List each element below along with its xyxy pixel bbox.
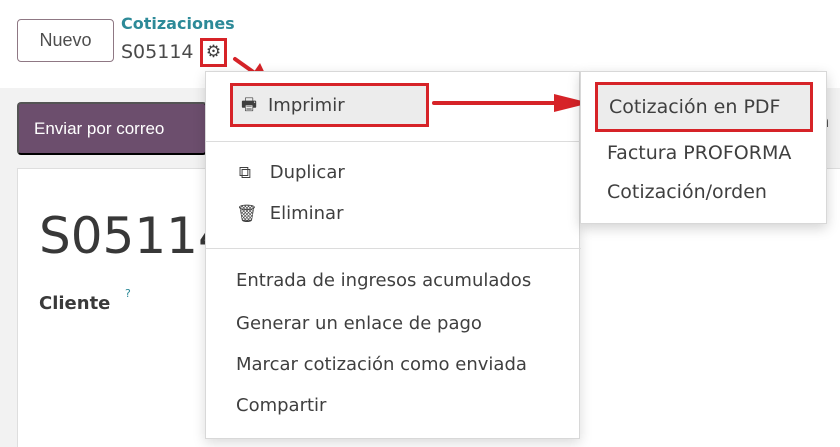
delete-menu-item[interactable]: 🗑 Eliminar: [236, 203, 343, 224]
new-button[interactable]: Nuevo: [17, 19, 114, 62]
duplicate-label: Duplicar: [269, 162, 345, 183]
print-menu-item[interactable]: 🖶 Imprimir: [230, 83, 429, 127]
quote-order-menu-item[interactable]: Cotización/orden: [607, 181, 767, 203]
breadcrumb-cotizaciones[interactable]: Cotizaciones: [121, 14, 235, 34]
duplicate-menu-item[interactable]: ⧉ Duplicar: [236, 162, 345, 183]
proforma-invoice-menu-item[interactable]: Factura PROFORMA: [607, 142, 791, 164]
print-submenu: Cotización en PDF Factura PROFORMA Cotiz…: [580, 71, 827, 224]
menu-divider-1: [206, 141, 581, 142]
help-icon[interactable]: ?: [125, 287, 131, 300]
duplicate-icon: ⧉: [238, 163, 252, 183]
annotation-arrow-long: [432, 94, 590, 112]
trash-icon: 🗑: [236, 204, 258, 224]
payment-link-menu-item[interactable]: Generar un enlace de pago: [236, 313, 482, 334]
page-title: S05114: [39, 207, 230, 265]
menu-divider-2: [206, 248, 581, 249]
customer-label: Cliente: [39, 293, 111, 314]
mark-sent-menu-item[interactable]: Marcar cotización como enviada: [236, 354, 527, 375]
accrued-revenue-menu-item[interactable]: Entrada de ingresos acumulados: [236, 270, 531, 291]
delete-label: Eliminar: [269, 203, 344, 224]
gear-dropdown-menu: 🖶 Imprimir ⧉ Duplicar 🗑 Eliminar Entrada…: [205, 71, 581, 439]
print-icon: 🖶: [240, 95, 258, 115]
record-id: S05114: [121, 41, 194, 63]
share-menu-item[interactable]: Compartir: [236, 395, 326, 416]
pdf-quote-menu-item[interactable]: Cotización en PDF: [595, 82, 813, 132]
gear-icon[interactable]: ⚙: [200, 38, 227, 67]
print-label: Imprimir: [268, 94, 345, 116]
send-email-button[interactable]: Enviar por correo: [17, 102, 207, 155]
